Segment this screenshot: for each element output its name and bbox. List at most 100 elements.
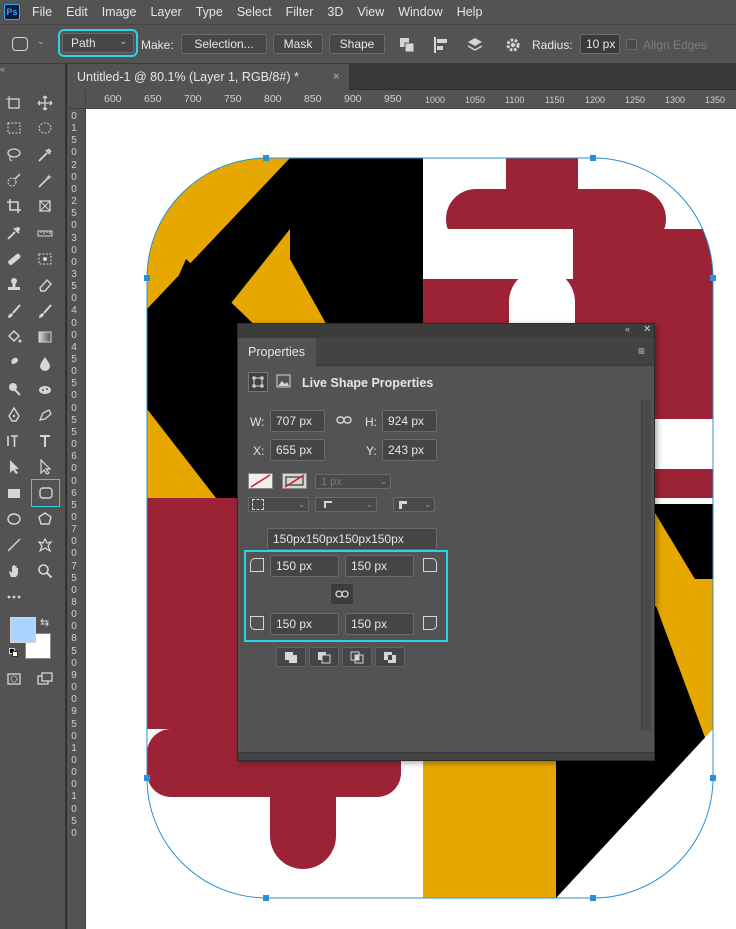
rectangular-marquee-icon[interactable] — [3, 117, 25, 139]
zoom-icon[interactable] — [34, 560, 56, 582]
vertical-ruler[interactable]: 0150200250300350400450500550600650700750… — [67, 109, 86, 929]
subtract-shape-button[interactable] — [309, 647, 339, 667]
sponge-icon[interactable] — [34, 378, 56, 400]
path-select-icon[interactable] — [3, 456, 25, 478]
menu-3d[interactable]: 3D — [327, 5, 343, 19]
panel-menu-icon[interactable]: ≡ — [638, 344, 645, 358]
corner-bottom-left-input[interactable]: 150 px — [270, 613, 339, 635]
eraser-icon[interactable] — [34, 274, 56, 296]
artboard-tool-icon[interactable] — [3, 92, 25, 114]
close-icon[interactable]: ✕ — [643, 324, 651, 335]
menu-filter[interactable]: Filter — [286, 5, 314, 19]
line-tool-icon[interactable] — [3, 534, 25, 556]
rounded-rectangle-tool-icon[interactable] — [31, 479, 60, 507]
path-operations-icon[interactable] — [398, 36, 416, 57]
eyedropper-icon[interactable] — [34, 144, 56, 166]
move-tool-icon[interactable] — [34, 92, 56, 114]
collapse-panel-icon[interactable]: « — [625, 324, 630, 334]
gear-icon[interactable] — [504, 36, 522, 57]
align-edges-checkbox[interactable] — [626, 39, 637, 50]
make-shape-button[interactable]: Shape — [329, 34, 385, 54]
height-input[interactable]: 924 px — [382, 410, 437, 432]
menu-window[interactable]: Window — [398, 5, 442, 19]
corner-top-left-input[interactable]: 150 px — [270, 555, 339, 577]
screen-mode-icon[interactable] — [34, 668, 56, 690]
dodge-icon[interactable] — [3, 378, 25, 400]
foreground-color-swatch[interactable] — [10, 617, 36, 643]
fill-swatch[interactable] — [248, 473, 273, 489]
menu-help[interactable]: Help — [457, 5, 483, 19]
corner-bottom-right-input[interactable]: 150 px — [345, 613, 414, 635]
stroke-width-select[interactable]: 1 px ⌄ — [315, 474, 391, 489]
y-input[interactable]: 243 px — [382, 439, 437, 461]
chevron-down-icon[interactable]: ⌄ — [37, 36, 45, 47]
ruler-tool-icon[interactable] — [34, 222, 56, 244]
quick-mask-icon[interactable] — [3, 668, 25, 690]
tab-properties[interactable]: Properties — [238, 338, 316, 366]
collapse-icon[interactable]: « — [0, 64, 5, 74]
stroke-swatch[interactable] — [282, 473, 307, 489]
history-brush-icon[interactable] — [34, 300, 56, 322]
panel-resize-bar[interactable] — [238, 752, 654, 760]
elliptical-marquee-icon[interactable] — [34, 117, 56, 139]
make-selection-button[interactable]: Selection... — [181, 34, 267, 54]
radius-input[interactable]: 10 px — [580, 34, 620, 54]
menu-view[interactable]: View — [357, 5, 384, 19]
corner-radius-summary[interactable]: 150px150px150px150px — [267, 528, 437, 550]
link-icon[interactable] — [336, 414, 352, 429]
more-tools-icon[interactable] — [3, 586, 25, 608]
link-corners-button[interactable] — [330, 583, 354, 605]
close-icon[interactable]: × — [333, 71, 339, 83]
frame-tool-icon[interactable] — [34, 195, 56, 217]
ruler-origin[interactable] — [67, 90, 86, 109]
corner-top-right-input[interactable]: 150 px — [345, 555, 414, 577]
rectangle-tool-icon[interactable] — [3, 482, 25, 504]
panel-title-bar[interactable]: « ✕ — [238, 324, 654, 338]
image-icon[interactable] — [276, 374, 291, 391]
horizontal-ruler[interactable]: 600 650 700 750 800 850 900 950 1000 105… — [86, 90, 736, 109]
path-arrangement-icon[interactable] — [466, 36, 484, 57]
default-colors-icon[interactable] — [9, 648, 19, 658]
brush-icon[interactable] — [3, 300, 25, 322]
lasso-icon[interactable] — [3, 144, 25, 166]
smudge-icon[interactable] — [3, 352, 25, 374]
path-alignment-icon[interactable] — [432, 36, 450, 57]
menu-image[interactable]: Image — [102, 5, 137, 19]
ellipse-tool-icon[interactable] — [3, 508, 25, 530]
rounded-rectangle-tool-preset-icon[interactable] — [12, 37, 28, 51]
stroke-corner-select[interactable]: ⌄ — [393, 497, 435, 512]
stroke-align-select[interactable]: ⌄ — [315, 497, 377, 512]
color-sampler-icon[interactable] — [3, 222, 25, 244]
document-tab[interactable]: Untitled-1 @ 80.1% (Layer 1, RGB/8#) * — [67, 64, 349, 90]
menu-layer[interactable]: Layer — [150, 5, 181, 19]
width-input[interactable]: 707 px — [270, 410, 325, 432]
menu-edit[interactable]: Edit — [66, 5, 88, 19]
combine-shapes-button[interactable] — [276, 647, 306, 667]
menu-file[interactable]: File — [32, 5, 52, 19]
hand-icon[interactable] — [3, 560, 25, 582]
healing-brush-icon[interactable] — [3, 248, 25, 270]
x-input[interactable]: 655 px — [270, 439, 325, 461]
gradient-icon[interactable] — [34, 326, 56, 348]
clone-stamp-icon[interactable] — [3, 274, 25, 296]
make-mask-button[interactable]: Mask — [273, 34, 323, 54]
direct-select-icon[interactable] — [34, 456, 56, 478]
swap-colors-icon[interactable]: ⇆ — [40, 616, 49, 629]
polygon-tool-icon[interactable] — [34, 508, 56, 530]
type-icon[interactable] — [34, 430, 56, 452]
stroke-type-select[interactable]: ⌄ — [248, 497, 309, 512]
patch-tool-icon[interactable] — [34, 248, 56, 270]
paint-bucket-icon[interactable] — [3, 326, 25, 348]
panel-scrollbar[interactable] — [641, 400, 651, 730]
menu-type[interactable]: Type — [196, 5, 223, 19]
shape-properties-icon[interactable] — [248, 372, 268, 392]
tool-mode-select[interactable]: Path ⌄ — [58, 29, 138, 57]
exclude-overlap-button[interactable] — [375, 647, 405, 667]
magic-wand-icon[interactable] — [34, 170, 56, 192]
menu-select[interactable]: Select — [237, 5, 272, 19]
curvature-pen-icon[interactable] — [34, 404, 56, 426]
blur-icon[interactable] — [34, 352, 56, 374]
vertical-type-icon[interactable] — [3, 430, 25, 452]
intersect-shapes-button[interactable] — [342, 647, 372, 667]
quick-selection-icon[interactable] — [3, 170, 25, 192]
